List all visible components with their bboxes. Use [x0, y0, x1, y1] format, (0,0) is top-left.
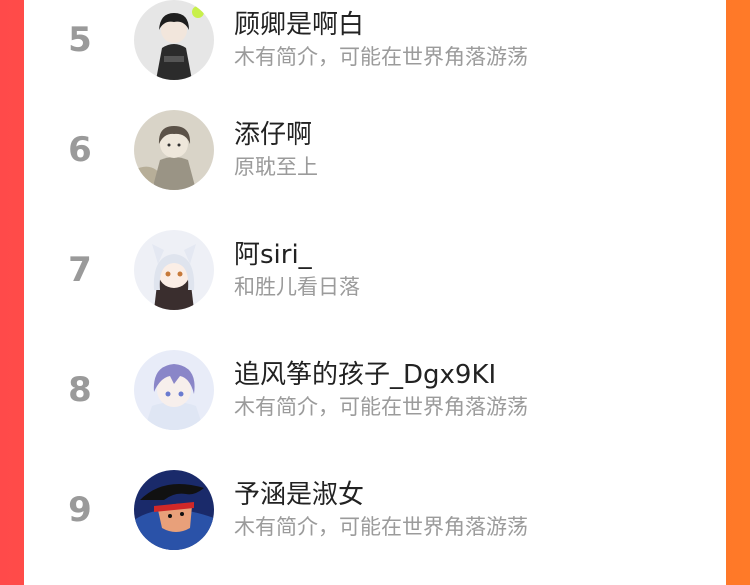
user-name[interactable]: 追风筝的孩子_Dgx9KI	[234, 358, 726, 392]
rank-number: 7	[68, 250, 92, 290]
sketch-boy-avatar-icon	[134, 110, 214, 190]
retro-anime-hero-avatar-icon	[134, 470, 214, 550]
ranking-panel: 5 顾卿是啊白 木有简介，可能在世界角落游荡 6 添仔啊 原耽至上 7 阿sir…	[24, 0, 726, 585]
user-bio: 木有简介，可能在世界角落游荡	[234, 45, 528, 69]
user-avatar[interactable]	[134, 230, 214, 310]
user-info: 追风筝的孩子_Dgx9KI 木有简介，可能在世界角落游荡	[234, 358, 726, 422]
user-bio: 木有简介，可能在世界角落游荡	[234, 515, 528, 539]
user-name[interactable]: 添仔啊	[234, 118, 726, 152]
rank-number: 5	[68, 20, 92, 60]
ranking-row[interactable]: 6 添仔啊 原耽至上	[24, 90, 726, 210]
blue-haired-anime-boy-avatar-icon	[134, 350, 214, 430]
user-info: 顾卿是啊白 木有简介，可能在世界角落游荡	[234, 8, 726, 72]
ranking-row[interactable]: 7 阿siri_ 和胜儿看日落	[24, 210, 726, 330]
user-info: 阿siri_ 和胜儿看日落	[234, 238, 726, 302]
user-info: 添仔啊 原耽至上	[234, 118, 726, 182]
user-name[interactable]: 顾卿是啊白	[234, 8, 726, 42]
rank-number: 8	[68, 370, 92, 410]
user-bio: 和胜儿看日落	[234, 275, 360, 299]
user-name[interactable]: 予涵是淑女	[234, 478, 726, 512]
ranking-list: 5 顾卿是啊白 木有简介，可能在世界角落游荡 6 添仔啊 原耽至上 7 阿sir…	[24, 0, 726, 570]
user-bio: 原耽至上	[234, 155, 318, 179]
user-avatar[interactable]	[134, 110, 214, 190]
user-info: 予涵是淑女 木有简介，可能在世界角落游荡	[234, 478, 726, 542]
user-avatar[interactable]	[134, 0, 214, 80]
ranking-row[interactable]: 9 予涵是淑女 木有简介，可能在世界角落游荡	[24, 450, 726, 570]
user-avatar[interactable]	[134, 470, 214, 550]
user-bio: 木有简介，可能在世界角落游荡	[234, 395, 528, 419]
ranking-row[interactable]: 5 顾卿是啊白 木有简介，可能在世界角落游荡	[24, 0, 726, 90]
dark-haired-boy-avatar-icon	[134, 0, 214, 80]
rank-number: 9	[68, 490, 92, 530]
user-name[interactable]: 阿siri_	[234, 238, 726, 272]
white-haired-anime-girl-avatar-icon	[134, 230, 214, 310]
ranking-row[interactable]: 8 追风筝的孩子_Dgx9KI 木有简介，可能在世界角落游荡	[24, 330, 726, 450]
rank-number: 6	[68, 130, 92, 170]
user-avatar[interactable]	[134, 350, 214, 430]
